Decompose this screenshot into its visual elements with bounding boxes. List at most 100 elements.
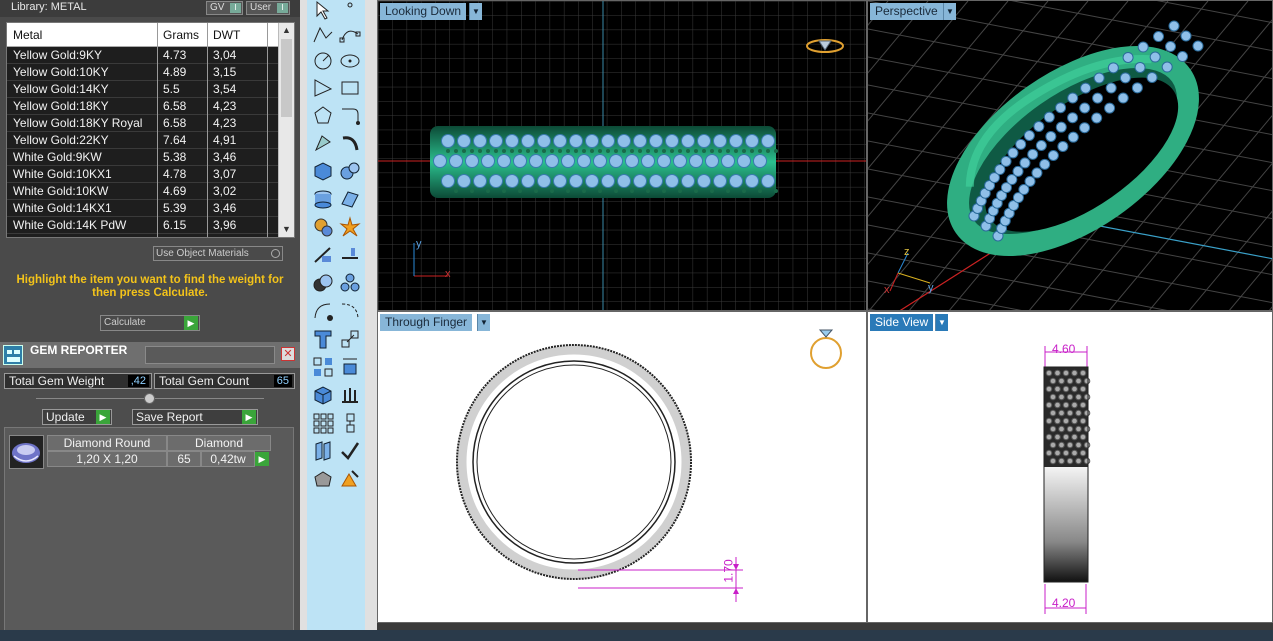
- surface-icon[interactable]: [339, 188, 361, 210]
- viewport-perspective[interactable]: z y x Perspective ▼: [867, 0, 1273, 311]
- gems-cluster-icon[interactable]: [339, 272, 361, 294]
- table-row[interactable]: Yellow Gold:9KY 4.73 3,04: [7, 47, 279, 64]
- array-icon[interactable]: [312, 356, 334, 378]
- panels-icon[interactable]: [312, 440, 334, 462]
- gem-stone: [1045, 385, 1053, 393]
- cylinder-icon[interactable]: [312, 188, 334, 210]
- gem-list: Diamond Round Diamond 1,20 X 1,20 65 0,4…: [4, 427, 294, 641]
- viewport-side-view[interactable]: 4.60 4.20 Side View ▼: [867, 311, 1273, 623]
- gem-stone: [1049, 425, 1057, 433]
- table-row-partial[interactable]: White Gold:14KW: [7, 234, 279, 237]
- gear-icon[interactable]: [312, 216, 334, 238]
- profile-icon[interactable]: [312, 132, 334, 154]
- chevron-down-icon[interactable]: ▼: [943, 3, 956, 20]
- gem-reporter-tab[interactable]: [145, 346, 275, 364]
- table-row[interactable]: Yellow Gold:10KY 4.89 3,15: [7, 64, 279, 81]
- play-arrow-icon[interactable]: ▶: [242, 410, 256, 424]
- user-toggle[interactable]: User I: [246, 1, 290, 15]
- gem-count: 65: [167, 451, 201, 467]
- viewport-label-through-finger[interactable]: Through Finger: [380, 314, 473, 331]
- prong: [654, 149, 658, 153]
- chevron-down-icon[interactable]: ▼: [469, 3, 482, 20]
- viewport-label-side-view[interactable]: Side View: [870, 314, 934, 331]
- split-icon[interactable]: [339, 244, 361, 266]
- table-row[interactable]: Yellow Gold:18KY Royal 6.58 4,23: [7, 115, 279, 132]
- calculate-select[interactable]: Calculate ▶: [100, 315, 200, 331]
- prongs-icon[interactable]: [339, 384, 361, 406]
- offset-curve-icon[interactable]: [339, 104, 361, 126]
- table-row[interactable]: White Gold:14KX1 5.39 3,46: [7, 200, 279, 217]
- play-arrow-icon[interactable]: ▶: [96, 410, 110, 424]
- scale-icon[interactable]: [339, 328, 361, 350]
- pencil-render-icon[interactable]: [339, 468, 361, 490]
- check-icon[interactable]: [339, 440, 361, 462]
- gems-on-curve-icon[interactable]: [312, 300, 334, 322]
- table-row[interactable]: Yellow Gold:18KY 6.58 4,23: [7, 98, 279, 115]
- user-toggle-icon: I: [277, 3, 288, 13]
- chevron-down-icon[interactable]: ▼: [477, 314, 490, 331]
- viewport-through-finger[interactable]: 1.70 Through Finger ▼: [377, 311, 867, 623]
- curve-points-icon[interactable]: [339, 24, 361, 46]
- table-row[interactable]: White Gold:10KX1 4.78 3,07: [7, 166, 279, 183]
- gv-toggle[interactable]: GV I: [206, 1, 243, 15]
- table-row[interactable]: White Gold:14K PdW 6.15 3,96: [7, 217, 279, 234]
- dwt-cell: 3,15: [213, 65, 237, 79]
- grid-array-icon[interactable]: [312, 412, 334, 434]
- polyline-icon[interactable]: [312, 24, 334, 46]
- select-arrow-icon[interactable]: [312, 0, 334, 22]
- arc-icon[interactable]: [312, 77, 334, 99]
- gem-stone: [1049, 409, 1057, 417]
- box-solid-icon[interactable]: [312, 160, 334, 182]
- cube-icon[interactable]: [312, 384, 334, 406]
- viewport-looking-down[interactable]: y x Looking Down ▼: [377, 0, 867, 311]
- rail-icon[interactable]: [339, 132, 361, 154]
- viewport-label-perspective[interactable]: Perspective: [870, 3, 943, 20]
- hexagon-solid-icon[interactable]: [312, 468, 334, 490]
- gem-path-icon[interactable]: [339, 300, 361, 322]
- gem-stone: [569, 174, 583, 188]
- gem-stone: [1092, 92, 1104, 104]
- scroll-up-icon[interactable]: ▲: [282, 25, 291, 35]
- distribute-icon[interactable]: [339, 412, 361, 434]
- use-object-materials-option[interactable]: Use Object Materials: [153, 246, 283, 261]
- polygon-icon[interactable]: [312, 104, 334, 126]
- gem-stone: [1035, 139, 1047, 151]
- save-report-button[interactable]: Save Report ▶: [132, 409, 258, 425]
- rectangle-icon[interactable]: [339, 77, 361, 99]
- table-row[interactable]: Yellow Gold:22KY 7.64 4,91: [7, 132, 279, 149]
- ellipse-icon[interactable]: [339, 50, 361, 72]
- slider-handle[interactable]: [144, 393, 155, 404]
- viewport-label-looking-down[interactable]: Looking Down: [380, 3, 467, 20]
- update-button[interactable]: Update ▶: [42, 409, 112, 425]
- play-arrow-icon[interactable]: ▶: [184, 316, 198, 330]
- boolean-icon[interactable]: [312, 272, 334, 294]
- gv-label: GV: [210, 2, 225, 13]
- col-header-dwt[interactable]: DWT: [213, 28, 240, 42]
- col-header-metal[interactable]: Metal: [13, 28, 42, 42]
- trim-icon[interactable]: [312, 244, 334, 266]
- circle-icon[interactable]: [312, 50, 334, 72]
- play-arrow-icon[interactable]: ▶: [255, 452, 269, 466]
- radio-icon[interactable]: [271, 249, 280, 258]
- table-row[interactable]: White Gold:10KW 4.69 3,02: [7, 183, 279, 200]
- gem-list-item[interactable]: Diamond Round Diamond 1,20 X 1,20 65 0,4…: [9, 435, 271, 469]
- text-tool-icon[interactable]: [312, 328, 334, 350]
- prong: [470, 189, 474, 193]
- bend-icon[interactable]: [339, 356, 361, 378]
- point-icon[interactable]: [339, 0, 361, 22]
- prong: [558, 149, 562, 153]
- close-icon[interactable]: ✕: [281, 347, 295, 361]
- table-row[interactable]: Yellow Gold:14KY 5.5 3,54: [7, 81, 279, 98]
- scroll-down-icon[interactable]: ▼: [282, 224, 291, 234]
- chevron-down-icon[interactable]: ▼: [935, 314, 948, 331]
- table-row[interactable]: White Gold:9KW 5.38 3,46: [7, 149, 279, 166]
- explode-icon[interactable]: [339, 216, 361, 238]
- gem-stone: [1066, 377, 1074, 385]
- scroll-thumb[interactable]: [281, 39, 292, 117]
- spheres-icon[interactable]: [339, 160, 361, 182]
- prong: [470, 149, 474, 153]
- prong: [534, 189, 538, 193]
- table-scrollbar[interactable]: ▲ ▼: [278, 23, 294, 237]
- gem-stone: [441, 134, 455, 148]
- col-header-grams[interactable]: Grams: [163, 28, 199, 42]
